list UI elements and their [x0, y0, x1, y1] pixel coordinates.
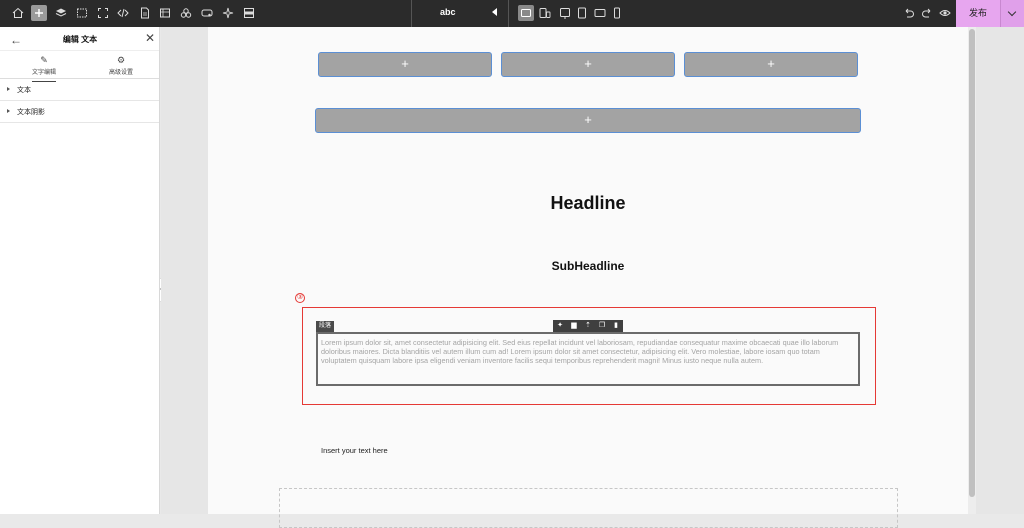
edit-text-panel: ← 编辑 文本 ✕ ✎ 文字编辑 ⚙ 高级设置 文本 文本阴影: [0, 27, 160, 514]
magic-icon[interactable]: ✦: [556, 322, 564, 330]
element-mini-toolbar: ✦ ▆ ⇡ ❐ ▮: [553, 320, 623, 332]
panel-tabs: ✎ 文字编辑 ⚙ 高级设置: [0, 51, 159, 82]
select-icon[interactable]: [75, 6, 89, 20]
subheadline[interactable]: SubHeadline: [208, 259, 968, 273]
panel-title: 编辑 文本: [62, 35, 98, 44]
layers-icon[interactable]: [54, 6, 68, 20]
fullscreen-icon[interactable]: [96, 6, 110, 20]
tablet-icon[interactable]: [558, 6, 572, 20]
section-text-shadow[interactable]: 文本阴影: [0, 101, 159, 123]
magic-icon[interactable]: [221, 6, 235, 20]
placeholder-add-button[interactable]: +: [501, 52, 675, 77]
tablet-landscape-icon[interactable]: [593, 6, 607, 20]
tablet-portrait-icon[interactable]: [575, 6, 589, 20]
placeholder-add-button-wide[interactable]: +: [315, 108, 861, 133]
panel-header: ← 编辑 文本 ✕: [0, 27, 159, 51]
site-name[interactable]: abc: [440, 7, 456, 17]
tablet-mobile-icon[interactable]: [538, 6, 552, 20]
pencil-icon: ✎: [40, 55, 48, 65]
tab-advanced-settings[interactable]: ⚙ 高级设置: [91, 54, 151, 76]
tab-text-edit[interactable]: ✎ 文字编辑: [14, 54, 74, 82]
desktop-icon[interactable]: [518, 5, 534, 21]
gear-icon: ⚙: [116, 55, 126, 65]
publish-button[interactable]: 发布: [956, 0, 1000, 27]
publish-options-button[interactable]: [1000, 0, 1024, 27]
top-toolbar: abc 发布: [0, 0, 1024, 27]
headline[interactable]: Headline: [208, 193, 968, 214]
caret-right-icon: [7, 109, 10, 113]
home-icon[interactable]: [11, 6, 25, 20]
close-icon[interactable]: ✕: [145, 31, 155, 45]
copy-icon[interactable]: ❐: [598, 322, 606, 330]
redo-icon[interactable]: [920, 6, 934, 20]
gallery-icon[interactable]: [158, 6, 172, 20]
step-badge: ③: [295, 293, 305, 303]
move-up-icon[interactable]: ⇡: [584, 322, 592, 330]
assets-icon[interactable]: [179, 6, 193, 20]
image-icon[interactable]: ▆: [570, 322, 578, 330]
canvas-scrollbar-thumb[interactable]: [969, 29, 975, 497]
chevron-down-icon: [1007, 7, 1017, 17]
placeholder-add-button[interactable]: +: [684, 52, 858, 77]
toolbar-divider: [411, 0, 412, 27]
drop-zone[interactable]: [279, 488, 898, 528]
delete-icon[interactable]: ▮: [612, 322, 620, 330]
undo-icon[interactable]: [902, 6, 916, 20]
collapse-arrow-icon[interactable]: [492, 8, 497, 16]
preview-icon[interactable]: [938, 6, 952, 20]
toolbar-divider: [508, 0, 509, 27]
add-icon[interactable]: [31, 5, 47, 21]
placeholder-add-button[interactable]: +: [318, 52, 492, 77]
page-icon[interactable]: [138, 6, 152, 20]
mobile-icon[interactable]: [610, 6, 624, 20]
component-icon[interactable]: [200, 6, 214, 20]
paragraph-text[interactable]: Lorem ipsum dolor sit, amet consectetur …: [316, 332, 860, 386]
section-text[interactable]: 文本: [0, 79, 159, 101]
template-icon[interactable]: [242, 6, 256, 20]
paragraph-tag: 段落: [316, 321, 335, 332]
caret-right-icon: [7, 87, 10, 91]
text-block[interactable]: Insert your text here: [321, 446, 388, 455]
code-icon[interactable]: [116, 6, 130, 20]
